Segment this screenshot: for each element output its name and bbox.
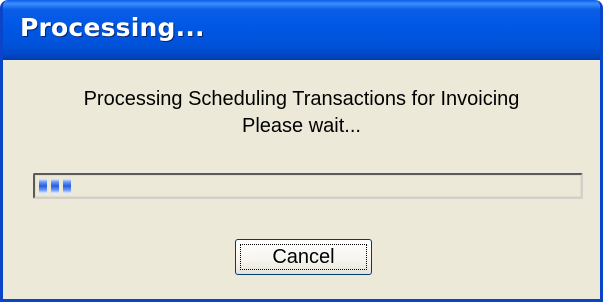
dialog-title: Processing... (20, 13, 205, 42)
progress-segment (63, 179, 71, 193)
processing-dialog: Processing... Processing Scheduling Tran… (0, 0, 603, 302)
title-bar[interactable]: Processing... (3, 0, 600, 60)
progress-bar (33, 173, 583, 199)
progress-segment (51, 179, 59, 193)
message-line-1: Processing Scheduling Transactions for I… (83, 88, 520, 110)
progress-track (35, 175, 581, 197)
progress-segment (39, 179, 47, 193)
message-line-2: Please wait... (242, 115, 361, 137)
cancel-button-label: Cancel (272, 246, 335, 268)
cancel-button[interactable]: Cancel (235, 239, 372, 275)
